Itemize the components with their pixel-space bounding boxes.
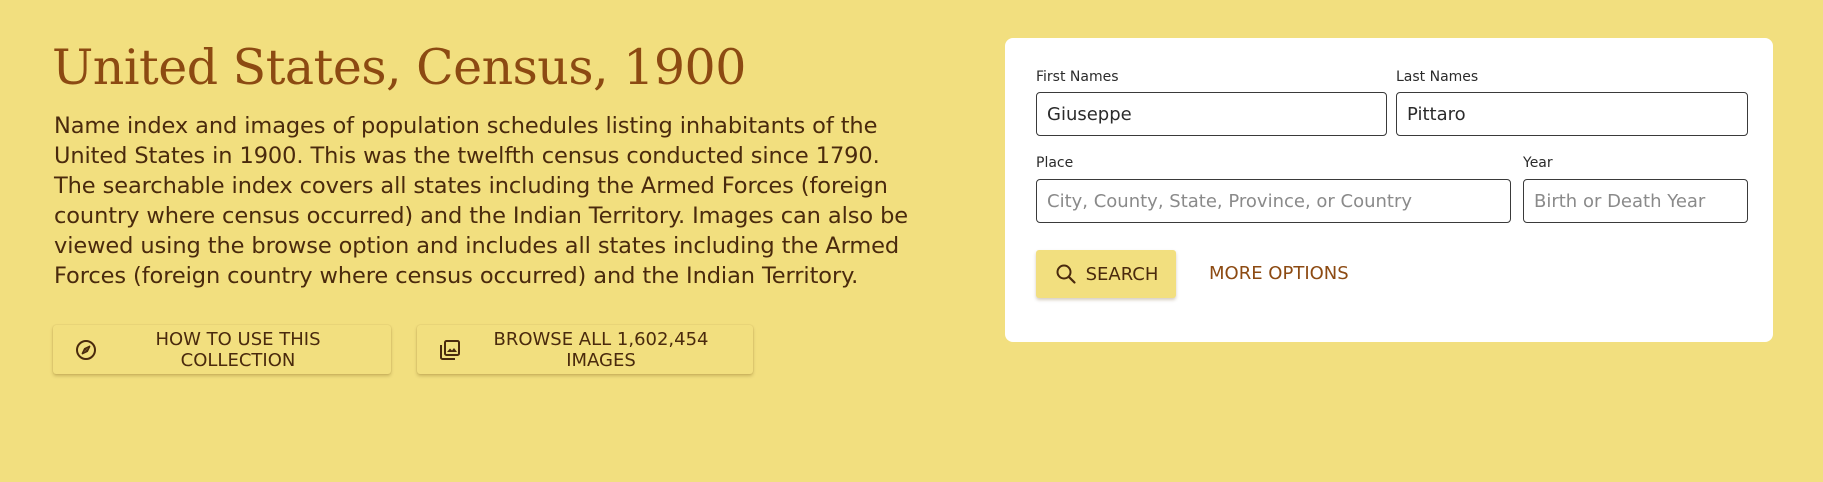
image-library-icon	[438, 338, 462, 362]
last-names-input[interactable]	[1396, 92, 1748, 136]
first-names-label: First Names	[1036, 69, 1119, 85]
place-label: Place	[1036, 155, 1074, 171]
how-to-use-label: HOW TO USE THIS COLLECTION	[155, 328, 321, 371]
compass-icon	[74, 338, 98, 362]
collection-info: United States, Census, 1900 Name index a…	[52, 38, 912, 291]
search-button[interactable]: SEARCH	[1036, 250, 1176, 298]
more-options-link[interactable]: MORE OPTIONS	[1203, 250, 1355, 298]
place-input[interactable]	[1036, 179, 1511, 223]
browse-images-button[interactable]: BROWSE ALL 1,602,454 IMAGES	[417, 325, 753, 374]
year-label: Year	[1523, 155, 1553, 171]
page-title: United States, Census, 1900	[52, 39, 746, 96]
how-to-use-button[interactable]: HOW TO USE THIS COLLECTION	[53, 325, 391, 374]
browse-images-label: BROWSE ALL 1,602,454 IMAGES	[493, 328, 709, 371]
search-button-label: SEARCH	[1085, 263, 1159, 285]
collection-actions: HOW TO USE THIS COLLECTION BROWSE ALL 1,…	[53, 325, 753, 374]
search-icon	[1054, 262, 1078, 286]
collection-description: Name index and images of population sche…	[54, 113, 908, 289]
first-names-input[interactable]	[1036, 92, 1387, 136]
search-form-card: First Names Last Names Place Year SEARCH…	[1005, 38, 1773, 342]
last-names-label: Last Names	[1396, 69, 1479, 85]
year-input[interactable]	[1523, 179, 1748, 223]
